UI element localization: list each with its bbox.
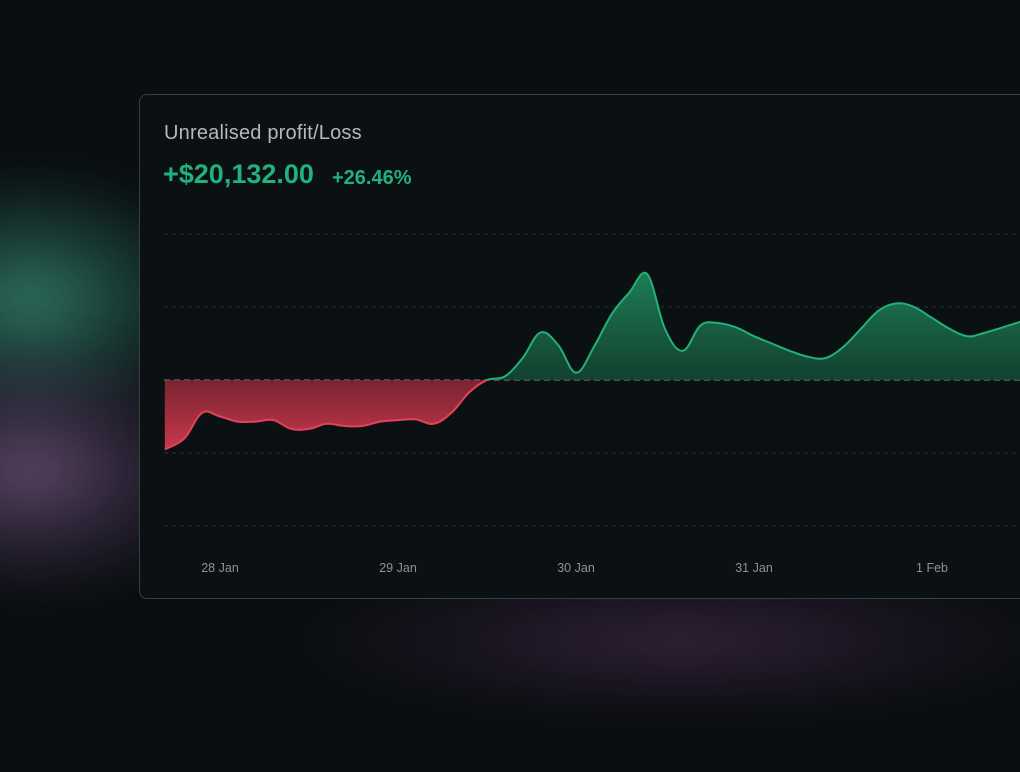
pnl-card: Unrealised profit/Loss +$20,132.00 +26.4…: [139, 94, 1020, 599]
x-tick-label: 31 Jan: [735, 561, 773, 575]
x-tick-label: 30 Jan: [557, 561, 595, 575]
pnl-chart: 28 Jan 29 Jan 30 Jan 31 Jan 1 Feb: [164, 233, 1020, 575]
x-axis-ticks: 28 Jan 29 Jan 30 Jan 31 Jan 1 Feb: [201, 561, 948, 575]
x-tick-label: 28 Jan: [201, 561, 239, 575]
x-tick-label: 1 Feb: [916, 561, 948, 575]
area-fills: [164, 272, 1020, 450]
x-tick-label: 29 Jan: [379, 561, 417, 575]
